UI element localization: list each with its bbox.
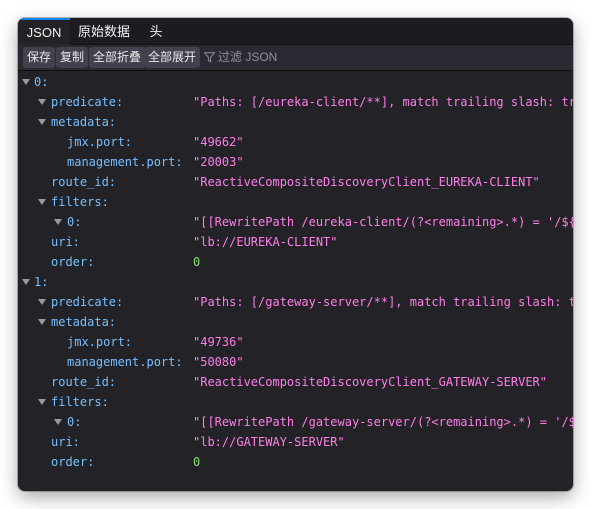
tab-json[interactable]: JSON bbox=[18, 18, 70, 46]
expand-triangle-icon[interactable] bbox=[22, 279, 30, 285]
row-key: 0: bbox=[67, 415, 82, 429]
row-key: metadata: bbox=[51, 115, 117, 129]
tab-headers[interactable]: 头 bbox=[142, 18, 170, 44]
tree-row[interactable]: predicate: "Paths: [/gateway-server/**], … bbox=[18, 292, 573, 312]
row-key: jmx.port: bbox=[67, 335, 133, 349]
save-button[interactable]: 保存 bbox=[23, 47, 56, 68]
tree-row: uri: "lb://GATEWAY-SERVER" bbox=[18, 432, 573, 452]
row-key: route_id: bbox=[51, 375, 117, 389]
json-viewer-window: JSON 原始数据 头 保存 复制 全部折叠 全部展开 过滤 JSON 0: pr… bbox=[18, 18, 573, 491]
tree-row[interactable]: metadata: bbox=[18, 312, 573, 332]
copy-button[interactable]: 复制 bbox=[56, 47, 89, 68]
toolbar: 保存 复制 全部折叠 全部展开 过滤 JSON bbox=[18, 45, 573, 71]
tree-row[interactable]: filters: bbox=[18, 192, 573, 212]
row-value: "[[RewritePath /eureka-client/(?<remaini… bbox=[193, 215, 573, 229]
expand-triangle-icon[interactable] bbox=[38, 119, 46, 125]
row-key: management.port: bbox=[67, 155, 183, 169]
row-value: 0 bbox=[193, 455, 201, 469]
row-value: "49662" bbox=[193, 135, 244, 149]
collapse-all-button[interactable]: 全部折叠 bbox=[89, 47, 146, 68]
row-key: management.port: bbox=[67, 355, 183, 369]
row-value: "50080" bbox=[193, 355, 244, 369]
tree-row: order: 0 bbox=[18, 252, 573, 272]
row-key: filters: bbox=[51, 195, 109, 209]
tree-row: order: 0 bbox=[18, 452, 573, 472]
expand-triangle-icon[interactable] bbox=[38, 99, 46, 105]
tree-row: management.port: "50080" bbox=[18, 352, 573, 372]
row-key: order: bbox=[51, 255, 95, 269]
row-key: order: bbox=[51, 455, 95, 469]
row-value: "Paths: [/eureka-client/**], match trail… bbox=[193, 95, 573, 109]
tree-row[interactable]: filters: bbox=[18, 392, 573, 412]
row-value: "lb://GATEWAY-SERVER" bbox=[193, 435, 345, 449]
expand-triangle-icon[interactable] bbox=[38, 319, 46, 325]
expand-triangle-icon[interactable] bbox=[54, 219, 62, 225]
expand-all-button[interactable]: 全部展开 bbox=[144, 47, 201, 68]
tree-row: jmx.port: "49736" bbox=[18, 332, 573, 352]
row-value: "lb://EUREKA-CLIENT" bbox=[193, 235, 338, 249]
expand-triangle-icon[interactable] bbox=[38, 199, 46, 205]
row-value: "Paths: [/gateway-server/**], match trai… bbox=[193, 295, 573, 309]
row-key: uri: bbox=[51, 435, 80, 449]
tab-raw-data[interactable]: 原始数据 bbox=[74, 18, 134, 44]
tree-row: management.port: "20003" bbox=[18, 152, 573, 172]
row-value: 0 bbox=[193, 255, 201, 269]
row-key: route_id: bbox=[51, 175, 117, 189]
row-key: 0: bbox=[34, 75, 49, 89]
filter-input[interactable]: 过滤 JSON bbox=[203, 47, 278, 68]
row-key: jmx.port: bbox=[67, 135, 133, 149]
row-value: "ReactiveCompositeDiscoveryClient_GATEWA… bbox=[193, 375, 548, 389]
row-key: metadata: bbox=[51, 315, 117, 329]
tree-row: uri: "lb://EUREKA-CLIENT" bbox=[18, 232, 573, 252]
filter-icon bbox=[203, 52, 216, 63]
tree-row[interactable]: metadata: bbox=[18, 112, 573, 132]
expand-triangle-icon[interactable] bbox=[22, 79, 30, 85]
expand-triangle-icon[interactable] bbox=[54, 419, 62, 425]
tree-row: jmx.port: "49662" bbox=[18, 132, 573, 152]
tree-row[interactable]: 0: "[[RewritePath /gateway-server/(?<rema… bbox=[18, 412, 573, 432]
row-key: predicate: bbox=[51, 295, 124, 309]
tree-row: route_id: "ReactiveCompositeDiscoveryClie… bbox=[18, 372, 573, 392]
row-value: "49736" bbox=[193, 335, 244, 349]
row-key: 1: bbox=[34, 275, 49, 289]
tree-row[interactable]: predicate: "Paths: [/eureka-client/**], m… bbox=[18, 92, 573, 112]
expand-triangle-icon[interactable] bbox=[38, 299, 46, 305]
tree-row[interactable]: 0: "[[RewritePath /eureka-client/(?<remai… bbox=[18, 212, 573, 232]
row-key: predicate: bbox=[51, 95, 124, 109]
filter-placeholder: 过滤 JSON bbox=[218, 50, 278, 64]
row-key: uri: bbox=[51, 235, 80, 249]
json-tree: 0: predicate: "Paths: [/eureka-client/**],… bbox=[18, 71, 573, 491]
tree-row[interactable]: 1: bbox=[18, 272, 573, 292]
expand-triangle-icon[interactable] bbox=[38, 399, 46, 405]
row-value: "ReactiveCompositeDiscoveryClient_EUREKA… bbox=[193, 175, 540, 189]
tree-row: route_id: "ReactiveCompositeDiscoveryClie… bbox=[18, 172, 573, 192]
row-value: "[[RewritePath /gateway-server/(?<remain… bbox=[193, 415, 573, 429]
tab-bar: JSON 原始数据 头 bbox=[18, 18, 573, 46]
row-key: 0: bbox=[67, 215, 82, 229]
tree-row[interactable]: 0: bbox=[18, 72, 573, 92]
row-value: "20003" bbox=[193, 155, 244, 169]
row-key: filters: bbox=[51, 395, 109, 409]
